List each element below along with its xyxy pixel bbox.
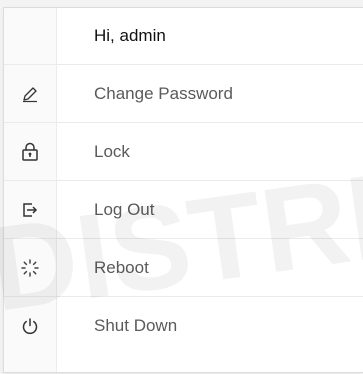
menu-item-label: Shut Down bbox=[94, 315, 178, 335]
menu-item-label: Log Out bbox=[94, 199, 155, 219]
menu-item-change-password[interactable]: Change Password bbox=[4, 64, 363, 122]
screen: Hi, admin Change Password Lock Log Out R… bbox=[0, 0, 363, 374]
power-icon bbox=[18, 314, 42, 338]
reboot-icon bbox=[18, 256, 42, 280]
menu-item-label: Change Password bbox=[94, 83, 233, 103]
user-menu: Hi, admin Change Password Lock Log Out R… bbox=[4, 8, 363, 372]
pencil-icon bbox=[18, 82, 42, 106]
menu-item-log-out[interactable]: Log Out bbox=[4, 180, 363, 238]
lock-icon bbox=[18, 140, 42, 164]
menu-header: Hi, admin bbox=[4, 8, 363, 64]
menu-item-lock[interactable]: Lock bbox=[4, 122, 363, 180]
menu-item-reboot[interactable]: Reboot bbox=[4, 238, 363, 296]
menu-item-shut-down[interactable]: Shut Down bbox=[4, 296, 363, 354]
menu-item-label: Reboot bbox=[94, 257, 149, 277]
greeting-text: Hi, admin bbox=[94, 26, 166, 45]
logout-icon bbox=[18, 198, 42, 222]
menu-item-label: Lock bbox=[94, 141, 130, 161]
